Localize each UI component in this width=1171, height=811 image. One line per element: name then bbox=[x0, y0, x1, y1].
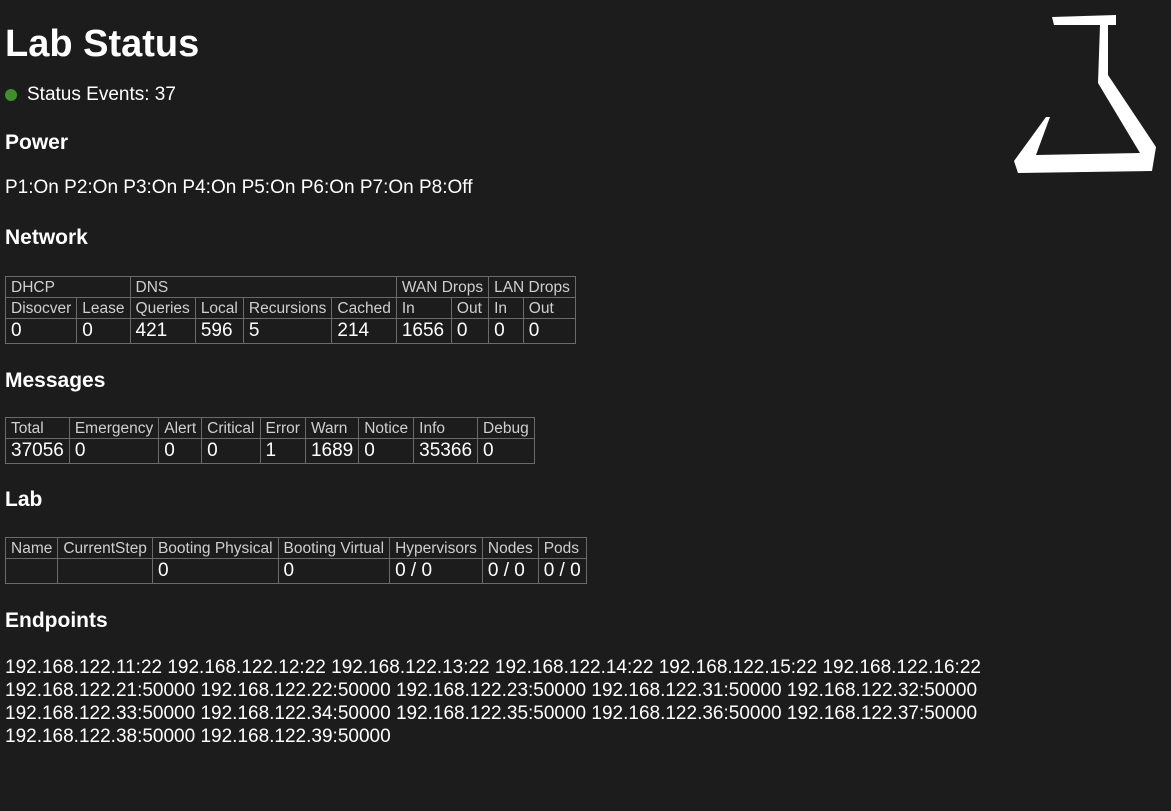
group-wan-drops: WAN Drops bbox=[395, 276, 490, 298]
group-dns: DNS bbox=[129, 276, 397, 298]
status-indicator-icon bbox=[5, 89, 17, 101]
group-dhcp: DHCP bbox=[5, 276, 131, 298]
network-header-row: Disocver Lease Queries Local Recursions … bbox=[4, 297, 576, 319]
value-lease: 0 bbox=[76, 318, 131, 344]
value-name bbox=[4, 558, 59, 584]
value-warn: 1689 bbox=[304, 438, 360, 464]
endpoint-item: 192.168.122.36:50000 bbox=[591, 703, 782, 724]
value-critical: 0 bbox=[201, 438, 261, 464]
col-current-step: CurrentStep bbox=[57, 537, 153, 559]
endpoint-item: 192.168.122.21:50000 bbox=[5, 680, 196, 701]
endpoint-item: 192.168.122.15:22 bbox=[658, 657, 818, 678]
col-wan-in: In bbox=[395, 297, 452, 319]
endpoints-heading: Endpoints bbox=[5, 609, 108, 632]
endpoint-item: 192.168.122.39:50000 bbox=[200, 726, 391, 747]
status-events-label: Status Events: 37 bbox=[27, 84, 176, 105]
value-local: 596 bbox=[194, 318, 244, 344]
col-error: Error bbox=[259, 417, 306, 439]
value-cached: 214 bbox=[331, 318, 397, 344]
messages-value-row: 37056 0 0 0 1 1689 0 35366 0 bbox=[5, 438, 535, 464]
col-info: Info bbox=[413, 417, 479, 439]
value-emergency: 0 bbox=[68, 438, 160, 464]
col-discover: Disocver bbox=[4, 297, 78, 319]
group-lan-drops: LAN Drops bbox=[488, 276, 576, 298]
col-debug: Debug bbox=[477, 417, 535, 439]
network-group-row: DHCP DNS WAN Drops LAN Drops bbox=[5, 276, 576, 298]
col-emergency: Emergency bbox=[68, 417, 160, 439]
lab-status-page: Lab Status Status Events: 37 Power P1:On… bbox=[0, 0, 1171, 811]
messages-table: Total Emergency Alert Critical Error War… bbox=[5, 417, 535, 464]
value-queries: 421 bbox=[129, 318, 196, 344]
endpoint-item: 192.168.122.38:50000 bbox=[5, 726, 196, 747]
col-critical: Critical bbox=[201, 417, 261, 439]
endpoint-item: 192.168.122.34:50000 bbox=[200, 703, 391, 724]
value-lan-in: 0 bbox=[488, 318, 524, 344]
endpoint-item: 192.168.122.12:22 bbox=[167, 657, 326, 678]
endpoint-item: 192.168.122.16:22 bbox=[822, 657, 981, 678]
col-lan-out: Out bbox=[522, 297, 576, 319]
endpoint-item: 192.168.122.35:50000 bbox=[395, 703, 587, 724]
endpoint-item: 192.168.122.31:50000 bbox=[591, 680, 782, 701]
col-total: Total bbox=[5, 417, 70, 439]
power-states: P1:On P2:On P3:On P4:On P5:On P6:On P7:O… bbox=[5, 177, 473, 198]
col-recursions: Recursions bbox=[242, 297, 333, 319]
col-hypervisors: Hypervisors bbox=[389, 537, 483, 559]
value-booting-virtual: 0 bbox=[277, 558, 391, 584]
value-nodes: 0 / 0 bbox=[481, 558, 539, 584]
value-current-step bbox=[57, 558, 153, 584]
value-recursions: 5 bbox=[242, 318, 333, 344]
endpoints-list: 192.168.122.11:22 192.168.122.12:22 192.… bbox=[5, 656, 1045, 748]
messages-header-row: Total Emergency Alert Critical Error War… bbox=[5, 417, 535, 439]
value-error: 1 bbox=[259, 438, 306, 464]
value-notice: 0 bbox=[358, 438, 415, 464]
endpoint-item: 192.168.122.33:50000 bbox=[5, 703, 196, 724]
endpoint-item: 192.168.122.13:22 bbox=[331, 657, 490, 678]
lab-header-row: Name CurrentStep Booting Physical Bootin… bbox=[4, 537, 587, 559]
value-total: 37056 bbox=[5, 438, 70, 464]
col-wan-out: Out bbox=[450, 297, 490, 319]
col-local: Local bbox=[194, 297, 244, 319]
power-heading: Power bbox=[5, 131, 69, 154]
value-discover: 0 bbox=[4, 318, 78, 344]
page-title: Lab Status bbox=[5, 23, 200, 65]
lab-table: Name CurrentStep Booting Physical Bootin… bbox=[4, 537, 587, 584]
messages-heading: Messages bbox=[5, 369, 106, 392]
col-nodes: Nodes bbox=[481, 537, 539, 559]
col-booting-physical: Booting Physical bbox=[151, 537, 279, 559]
value-hypervisors: 0 / 0 bbox=[389, 558, 483, 584]
col-queries: Queries bbox=[129, 297, 196, 319]
col-booting-virtual: Booting Virtual bbox=[277, 537, 391, 559]
value-booting-physical: 0 bbox=[151, 558, 279, 584]
value-wan-in: 1656 bbox=[395, 318, 452, 344]
value-debug: 0 bbox=[477, 438, 535, 464]
network-table: DHCP DNS WAN Drops LAN Drops Disocver Le… bbox=[4, 276, 576, 344]
endpoint-item: 192.168.122.22:50000 bbox=[200, 680, 391, 701]
value-lan-out: 0 bbox=[522, 318, 576, 344]
endpoint-item: 192.168.122.11:22 bbox=[5, 657, 163, 678]
network-heading: Network bbox=[5, 226, 88, 249]
value-info: 35366 bbox=[413, 438, 479, 464]
col-cached: Cached bbox=[331, 297, 397, 319]
col-alert: Alert bbox=[158, 417, 203, 439]
endpoint-item: 192.168.122.14:22 bbox=[494, 657, 654, 678]
value-pods: 0 / 0 bbox=[537, 558, 587, 584]
col-lan-in: In bbox=[488, 297, 524, 319]
endpoint-item: 192.168.122.37:50000 bbox=[786, 703, 978, 724]
network-value-row: 0 0 421 596 5 214 1656 0 0 0 bbox=[4, 318, 576, 344]
endpoint-item: 192.168.122.23:50000 bbox=[395, 680, 587, 701]
lab-value-row: 0 0 0 / 0 0 / 0 0 / 0 bbox=[4, 558, 587, 584]
status-events: Status Events: 37 bbox=[5, 83, 1166, 107]
flask-icon bbox=[1014, 15, 1156, 173]
col-pods: Pods bbox=[537, 537, 587, 559]
value-wan-out: 0 bbox=[450, 318, 490, 344]
lab-heading: Lab bbox=[5, 488, 43, 511]
endpoint-item: 192.168.122.32:50000 bbox=[786, 680, 978, 701]
col-warn: Warn bbox=[304, 417, 360, 439]
col-lease: Lease bbox=[76, 297, 131, 319]
col-name: Name bbox=[4, 537, 59, 559]
col-notice: Notice bbox=[358, 417, 415, 439]
value-alert: 0 bbox=[158, 438, 203, 464]
